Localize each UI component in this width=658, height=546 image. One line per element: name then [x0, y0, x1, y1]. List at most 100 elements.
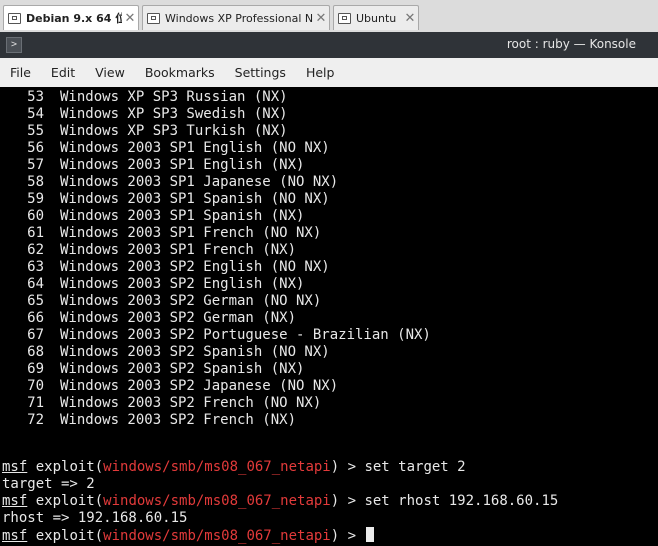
target-name: Windows 2003 SP2 Spanish (NO NX) [60, 344, 330, 360]
target-name: Windows 2003 SP1 French (NX) [60, 242, 297, 258]
target-name: Windows 2003 SP1 Spanish (NO NX) [60, 191, 330, 207]
prompt-close: ) > [330, 493, 365, 509]
target-row: 71 Windows 2003 SP2 French (NO NX) [0, 395, 431, 412]
command-text: set target 2 [364, 459, 466, 475]
target-index: 71 [27, 395, 44, 411]
vm-tab-debian[interactable]: Debian 9.x 64 位 ✕ [3, 5, 139, 30]
target-index: 68 [27, 344, 44, 360]
target-row: 64 Windows 2003 SP2 English (NX) [0, 276, 431, 293]
target-index: 72 [27, 412, 44, 428]
target-name: Windows 2003 SP2 French (NO NX) [60, 395, 322, 411]
target-index: 64 [27, 276, 44, 292]
window-titlebar[interactable]: > root : ruby — Konsole [0, 32, 658, 58]
vm-tab-bar: Debian 9.x 64 位 ✕ Windows XP Professiona… [0, 0, 658, 33]
target-row: 69 Windows 2003 SP2 Spanish (NX) [0, 361, 431, 378]
target-index: 67 [27, 327, 44, 343]
target-index: 69 [27, 361, 44, 377]
target-row: 58 Windows 2003 SP1 Japanese (NO NX) [0, 174, 431, 191]
command-text: set rhost 192.168.60.15 [364, 493, 559, 509]
msf-prompt: msf [2, 528, 28, 544]
vm-tab-ubuntu[interactable]: Ubuntu ✕ [333, 5, 419, 30]
target-name: Windows 2003 SP1 French (NO NX) [60, 225, 322, 241]
prompt-exploit: exploit( [27, 528, 104, 544]
close-icon[interactable]: ✕ [122, 11, 138, 26]
output-line: target => 2 [2, 476, 558, 493]
vm-icon [147, 12, 160, 24]
prompt-exploit: exploit( [27, 493, 104, 509]
prompt-line: msf exploit(windows/smb/ms08_067_netapi)… [2, 527, 558, 544]
target-row: 62 Windows 2003 SP1 French (NX) [0, 242, 431, 259]
vm-tab-windows-xp[interactable]: Windows XP Professional No P... ✕ [142, 5, 330, 30]
target-row: 59 Windows 2003 SP1 Spanish (NO NX) [0, 191, 431, 208]
target-name: Windows 2003 SP2 German (NO NX) [60, 293, 322, 309]
menu-bookmarks[interactable]: Bookmarks [135, 65, 225, 80]
target-name: Windows 2003 SP2 English (NX) [60, 276, 305, 292]
target-index: 54 [27, 106, 44, 122]
vm-tab-label: Ubuntu [356, 11, 397, 25]
target-row: 54 Windows XP SP3 Swedish (NX) [0, 106, 431, 123]
target-name: Windows 2003 SP2 Spanish (NX) [60, 361, 305, 377]
target-index: 58 [27, 174, 44, 190]
menu-settings[interactable]: Settings [225, 65, 296, 80]
target-row: 66 Windows 2003 SP2 German (NX) [0, 310, 431, 327]
target-row: 61 Windows 2003 SP1 French (NO NX) [0, 225, 431, 242]
close-icon[interactable]: ✕ [313, 11, 329, 26]
target-name: Windows 2003 SP1 English (NO NX) [60, 140, 330, 156]
target-name: Windows 2003 SP2 French (NX) [60, 412, 297, 428]
menu-help[interactable]: Help [296, 65, 345, 80]
text-cursor[interactable] [366, 527, 375, 542]
target-name: Windows 2003 SP2 Japanese (NO NX) [60, 378, 339, 394]
target-name: Windows 2003 SP1 Spanish (NX) [60, 208, 305, 224]
target-name: Windows XP SP3 Russian (NX) [60, 89, 288, 105]
vm-tab-label: Windows XP Professional No P... [165, 11, 313, 25]
target-row: 57 Windows 2003 SP1 English (NX) [0, 157, 431, 174]
terminal-icon[interactable]: > [6, 37, 22, 53]
prompt-exploit: exploit( [27, 459, 104, 475]
close-icon[interactable]: ✕ [402, 11, 418, 26]
exploit-module: windows/smb/ms08_067_netapi [103, 528, 331, 544]
target-row: 55 Windows XP SP3 Turkish (NX) [0, 123, 431, 140]
prompt-close: ) > [330, 528, 365, 544]
msf-prompt: msf [2, 459, 28, 475]
target-row: 70 Windows 2003 SP2 Japanese (NO NX) [0, 378, 431, 395]
target-row: 53 Windows XP SP3 Russian (NX) [0, 89, 431, 106]
target-row: 60 Windows 2003 SP1 Spanish (NX) [0, 208, 431, 225]
target-name: Windows 2003 SP1 Japanese (NO NX) [60, 174, 339, 190]
target-index: 65 [27, 293, 44, 309]
target-row: 68 Windows 2003 SP2 Spanish (NO NX) [0, 344, 431, 361]
prompt-close: ) > [330, 459, 365, 475]
menu-edit[interactable]: Edit [41, 65, 85, 80]
vm-tab-label: Debian 9.x 64 位 [26, 12, 122, 25]
target-row: 63 Windows 2003 SP2 English (NO NX) [0, 259, 431, 276]
target-index: 57 [27, 157, 44, 173]
target-row: 65 Windows 2003 SP2 German (NO NX) [0, 293, 431, 310]
target-name: Windows XP SP3 Turkish (NX) [60, 123, 288, 139]
menu-file[interactable]: File [0, 65, 41, 80]
target-row: 72 Windows 2003 SP2 French (NX) [0, 412, 431, 429]
target-index: 66 [27, 310, 44, 326]
command-history: msf exploit(windows/smb/ms08_067_netapi)… [2, 459, 558, 544]
menu-view[interactable]: View [85, 65, 135, 80]
target-name: Windows XP SP3 Swedish (NX) [60, 106, 288, 122]
target-index: 62 [27, 242, 44, 258]
target-index: 55 [27, 123, 44, 139]
terminal-area[interactable]: 53 Windows XP SP3 Russian (NX) 54 Windows… [0, 87, 658, 546]
command-output: target => 2 [2, 476, 95, 492]
target-index: 70 [27, 378, 44, 394]
target-list: 53 Windows XP SP3 Russian (NX) 54 Windows… [0, 89, 431, 429]
